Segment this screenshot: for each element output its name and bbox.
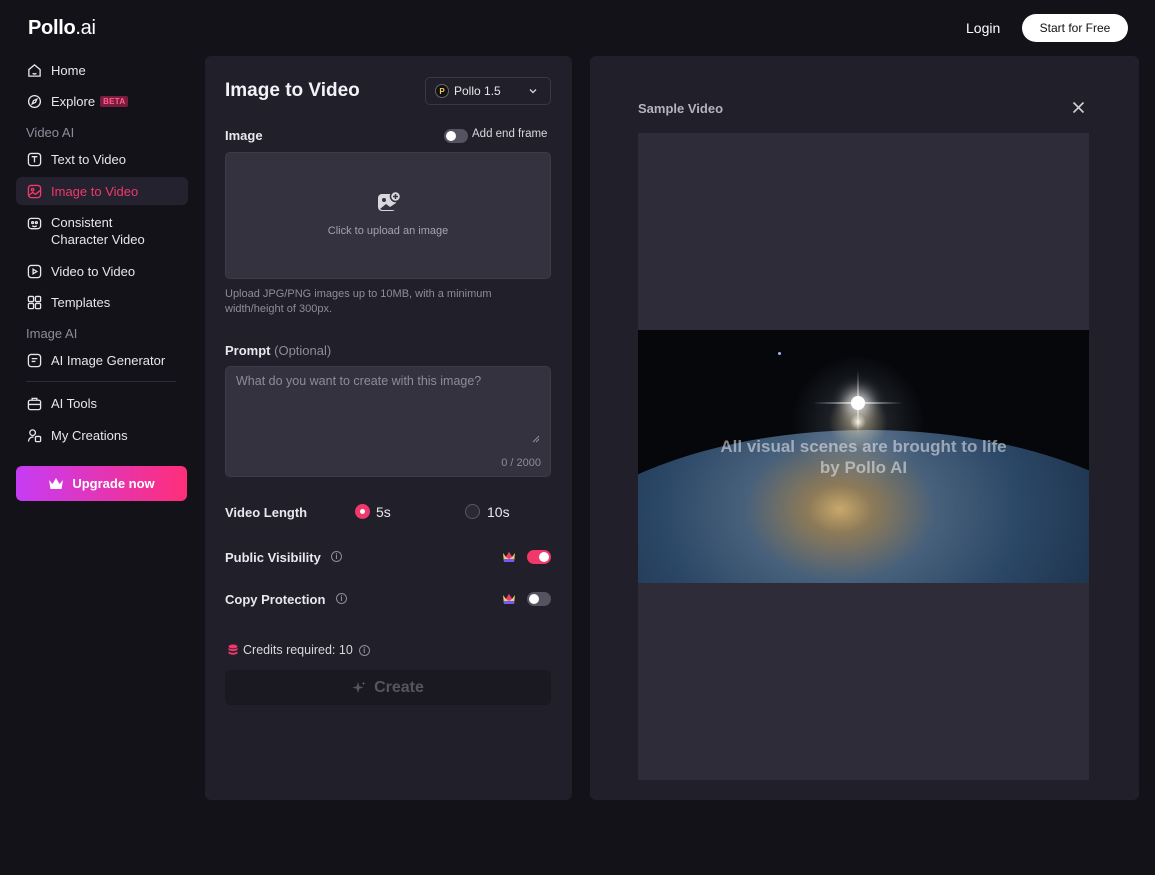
copy-protection-toggle[interactable] [527, 592, 551, 606]
prompt-char-counter: 0 / 2000 [501, 457, 541, 469]
templates-icon [26, 294, 42, 310]
video-length-label: Video Length [225, 505, 308, 520]
beta-badge: BETA [100, 95, 129, 107]
length-10s-radio[interactable] [465, 504, 480, 519]
toolbox-icon [26, 395, 42, 411]
add-image-icon [377, 190, 402, 218]
pollo-model-icon: P [435, 84, 449, 98]
sidebar-item-explore[interactable]: Explore BETA [16, 87, 188, 115]
info-icon[interactable]: i [331, 551, 342, 562]
video-caption: All visual scenes are brought to life by … [720, 437, 1007, 477]
info-icon[interactable]: i [336, 593, 347, 604]
premium-crown-icon [502, 592, 516, 610]
create-button[interactable]: Create [225, 670, 551, 705]
sidebar-item-image-to-video[interactable]: Image to Video [16, 177, 188, 205]
sidebar-item-video-to-video[interactable]: Video to Video [16, 257, 188, 285]
start-for-free-button[interactable]: Start for Free [1022, 14, 1128, 42]
model-select[interactable]: P Pollo 1.5 [425, 77, 551, 105]
image-generator-icon [26, 352, 42, 368]
sidebar-item-label: Image to Video [51, 183, 139, 199]
sidebar-item-ai-tools[interactable]: AI Tools [16, 389, 188, 417]
add-end-frame-toggle[interactable] [444, 129, 468, 143]
crown-icon [48, 477, 64, 491]
length-5s-radio[interactable] [355, 504, 370, 519]
close-icon[interactable] [1072, 101, 1085, 119]
sidebar-item-label: AI Image Generator [51, 352, 166, 368]
length-10s-label[interactable]: 10s [487, 504, 510, 520]
sidebar-item-label: Video to Video [51, 263, 136, 279]
sample-video-panel: Sample Video All visual scenes are broug… [590, 56, 1139, 800]
sidebar-item-label: AI Tools [51, 395, 98, 411]
length-5s-label[interactable]: 5s [376, 504, 391, 520]
sidebar-item-label: Templates [51, 294, 111, 310]
info-icon[interactable]: i [358, 644, 370, 656]
sidebar-divider [26, 381, 176, 382]
sample-video-title: Sample Video [638, 101, 724, 116]
logo[interactable]: Pollo.ai [28, 17, 96, 40]
sidebar-item-label: Text to Video [51, 151, 126, 167]
resize-grip-icon[interactable] [532, 430, 540, 448]
image-upload-dropzone[interactable]: Click to upload an image [225, 152, 551, 279]
top-bar: Pollo.ai Login Start for Free [0, 0, 1155, 56]
video-video-icon [26, 263, 42, 279]
sidebar-item-text-to-video[interactable]: Text to Video [16, 145, 188, 173]
public-visibility-toggle[interactable] [527, 550, 551, 564]
public-visibility-label: Public Visibility [225, 550, 321, 565]
create-label: Create [374, 678, 424, 696]
sidebar-item-label: Home [51, 62, 86, 78]
text-video-icon [26, 151, 42, 167]
home-icon [26, 62, 42, 78]
credits-required: Credits required: 10 i [228, 643, 370, 657]
upgrade-label: Upgrade now [72, 476, 155, 491]
compass-icon [26, 93, 42, 109]
credits-text: Credits required: 10 [243, 643, 353, 657]
video-player-area: All visual scenes are brought to life by … [638, 133, 1089, 780]
page-title: Image to Video [225, 80, 360, 101]
copy-protection-label: Copy Protection [225, 592, 326, 607]
section-label-image-ai: Image AI [26, 326, 78, 341]
model-select-value: Pollo 1.5 [454, 84, 501, 98]
image-to-video-panel: Image to Video P Pollo 1.5 Image Add end… [205, 56, 572, 800]
login-link[interactable]: Login [966, 20, 1000, 36]
premium-crown-icon [502, 550, 516, 568]
sidebar-item-label: My Creations [51, 427, 128, 443]
image-video-icon [26, 183, 42, 199]
star [778, 352, 781, 355]
creations-icon [26, 427, 42, 443]
sidebar-item-label: Explore [51, 93, 96, 109]
add-end-frame-label: Add end frame [472, 128, 548, 140]
sidebar-item-templates[interactable]: Templates [16, 288, 188, 316]
character-icon [26, 215, 42, 231]
upgrade-now-button[interactable]: Upgrade now [16, 466, 187, 501]
sidebar-item-label: Consistent Character Video [51, 215, 145, 247]
section-label-video-ai: Video AI [26, 125, 75, 140]
sparkle-icon [352, 681, 366, 695]
credits-icon [228, 644, 238, 656]
prompt-box: 0 / 2000 [225, 366, 551, 477]
upload-hint: Upload JPG/PNG images up to 10MB, with a… [225, 288, 492, 315]
sidebar-item-my-creations[interactable]: My Creations [16, 421, 188, 449]
sidebar-item-ai-image-generator[interactable]: AI Image Generator [16, 346, 188, 374]
sun [851, 396, 865, 410]
image-label: Image [225, 128, 263, 143]
chevron-down-icon [528, 85, 538, 99]
prompt-label: Prompt (Optional) [225, 343, 332, 358]
sidebar-item-consistent-character-video[interactable]: Consistent Character Video [16, 211, 188, 251]
sidebar-item-home[interactable]: Home [16, 56, 188, 84]
sample-video[interactable]: All visual scenes are brought to life by … [638, 330, 1089, 583]
upload-instruction: Click to upload an image [327, 225, 449, 237]
